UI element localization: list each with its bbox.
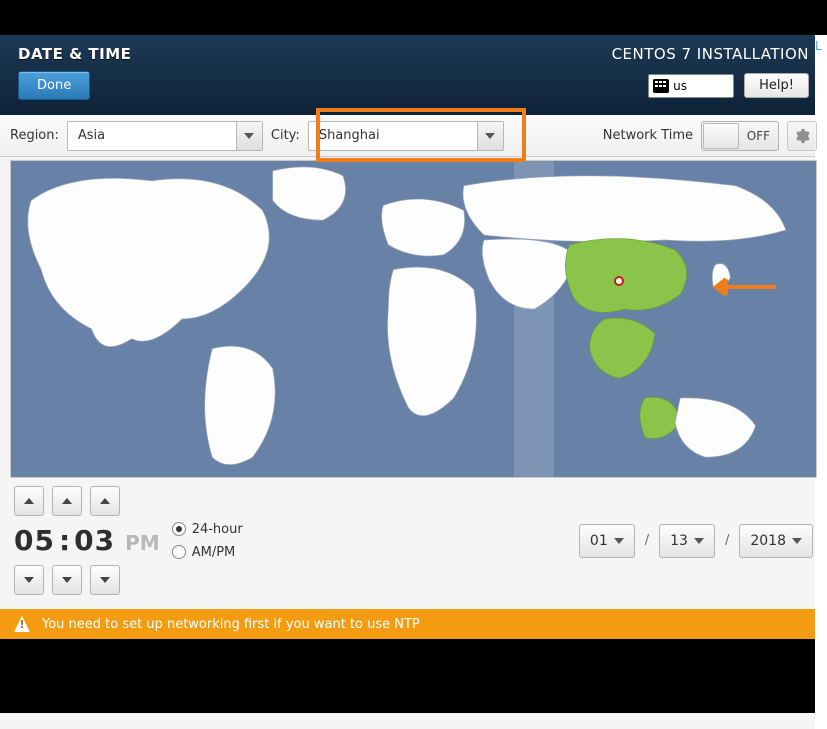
map-container <box>0 157 827 478</box>
radio-icon <box>172 522 186 536</box>
time-display: 05 : 03 PM <box>14 524 160 557</box>
controls-row: Region: Asia City: Shanghai Network Time… <box>0 115 827 157</box>
network-time-toggle[interactable]: OFF <box>701 121 779 151</box>
time-spinners: 05 : 03 PM <box>14 486 160 595</box>
time-controls: 05 : 03 PM 24-hour AM/PM <box>14 486 243 595</box>
hours-value: 05 <box>14 524 55 557</box>
world-map-svg <box>11 161 816 477</box>
installer-subtitle: CENTOS 7 INSTALLATION <box>612 45 809 63</box>
toggle-state: OFF <box>747 129 770 143</box>
city-label: City: <box>271 128 300 143</box>
year-select[interactable]: 2018 <box>739 524 813 558</box>
header-right: CENTOS 7 INSTALLATION us Help! <box>612 45 809 115</box>
chevron-down-icon <box>792 538 802 544</box>
warning-text: You need to set up networking first if y… <box>42 617 420 632</box>
chevron-down-icon <box>694 538 704 544</box>
radio-icon <box>172 545 186 559</box>
help-button[interactable]: Help! <box>744 73 809 98</box>
ntp-settings-button[interactable] <box>787 121 817 151</box>
warning-bar: You need to set up networking first if y… <box>0 609 827 639</box>
city-select[interactable]: Shanghai <box>308 121 504 151</box>
time-date-row: 05 : 03 PM 24-hour AM/PM <box>0 478 827 609</box>
date-sep-1: / <box>645 533 649 548</box>
region-value: Asia <box>68 128 236 143</box>
format-12h-label: AM/PM <box>192 545 236 560</box>
window-top-bar <box>0 0 827 35</box>
spin-up-row <box>14 486 160 516</box>
month-select[interactable]: 01 <box>579 524 635 558</box>
ampm-value: PM <box>125 531 160 555</box>
gear-icon <box>794 128 810 144</box>
chevron-up-icon <box>62 498 72 504</box>
header: DATE & TIME Done CENTOS 7 INSTALLATION u… <box>0 35 827 115</box>
format-24h-radio[interactable]: 24-hour <box>172 522 243 537</box>
city-caret[interactable] <box>477 122 503 150</box>
chevron-down-icon <box>24 577 34 583</box>
network-time-label: Network Time <box>603 128 693 143</box>
toggle-knob <box>703 123 739 149</box>
installer-window: L DATE & TIME Done CENTOS 7 INSTALLATION… <box>0 0 827 729</box>
time-format-group: 24-hour AM/PM <box>172 522 243 560</box>
date-sep-2: / <box>725 533 729 548</box>
chevron-up-icon <box>100 498 110 504</box>
ampm-up-button[interactable] <box>90 486 120 516</box>
chevron-down-icon <box>614 538 624 544</box>
keyboard-icon <box>653 79 669 93</box>
chevron-down-icon <box>100 577 110 583</box>
page-title: DATE & TIME <box>18 45 131 63</box>
chevron-down-icon <box>62 577 72 583</box>
year-value: 2018 <box>750 533 786 549</box>
city-value: Shanghai <box>309 128 477 143</box>
minutes-value: 03 <box>74 524 115 557</box>
ampm-down-button[interactable] <box>90 565 120 595</box>
day-value: 13 <box>670 533 688 549</box>
chevron-down-icon <box>485 133 495 139</box>
spin-down-row <box>14 565 160 595</box>
time-colon: : <box>59 524 70 557</box>
window-bottom-bar <box>0 639 827 713</box>
selected-city-marker <box>614 276 624 286</box>
hours-down-button[interactable] <box>14 565 44 595</box>
header-actions: us Help! <box>612 73 809 98</box>
date-controls: 01 / 13 / 2018 <box>579 524 813 558</box>
month-value: 01 <box>590 533 608 549</box>
keyboard-layout-text: us <box>673 79 687 93</box>
region-label: Region: <box>10 128 59 143</box>
region-select[interactable]: Asia <box>67 121 263 151</box>
region-caret[interactable] <box>236 122 262 150</box>
chevron-up-icon <box>24 498 34 504</box>
done-button[interactable]: Done <box>18 71 90 100</box>
chevron-down-icon <box>244 133 254 139</box>
hours-up-button[interactable] <box>14 486 44 516</box>
header-left: DATE & TIME Done <box>18 45 131 115</box>
format-12h-radio[interactable]: AM/PM <box>172 545 243 560</box>
minutes-up-button[interactable] <box>52 486 82 516</box>
minutes-down-button[interactable] <box>52 565 82 595</box>
timezone-map[interactable] <box>10 160 817 478</box>
keyboard-layout-indicator[interactable]: us <box>648 74 734 98</box>
format-24h-label: 24-hour <box>192 522 243 537</box>
warning-icon <box>14 616 30 632</box>
day-select[interactable]: 13 <box>659 524 715 558</box>
